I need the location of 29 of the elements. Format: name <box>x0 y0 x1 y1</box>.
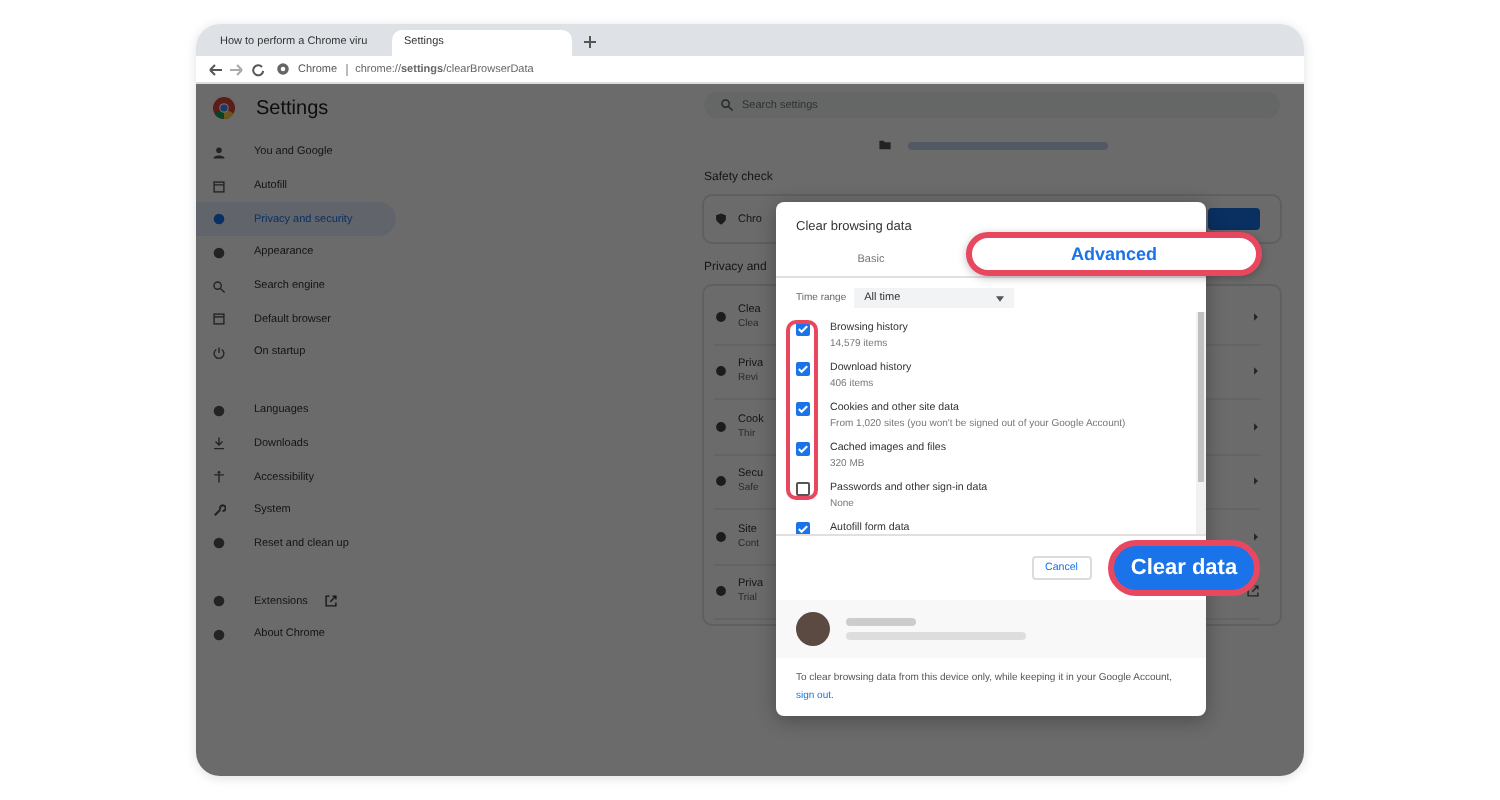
checkbox[interactable] <box>796 402 810 417</box>
search-icon <box>212 279 226 294</box>
new-tab-icon[interactable] <box>582 34 598 50</box>
dialog-tab[interactable]: Advanced <box>966 231 1262 276</box>
chevron-icon <box>1252 531 1260 542</box>
blurred-account-name <box>846 618 916 626</box>
chevron-icon <box>1252 311 1260 322</box>
download-icon <box>212 436 226 451</box>
navigation-icons[interactable] <box>208 61 268 77</box>
checkbox[interactable] <box>796 522 810 535</box>
checkbox[interactable] <box>796 362 810 377</box>
clear-data-button[interactable]: Clear data <box>1108 540 1260 597</box>
checkbox[interactable] <box>796 442 810 457</box>
chevron-icon <box>1252 421 1260 432</box>
scrollbar[interactable] <box>1196 312 1206 535</box>
check-button[interactable] <box>1208 208 1260 230</box>
settings-title: Settings <box>256 97 329 119</box>
caret-icon <box>996 295 1005 302</box>
avatar <box>796 612 830 646</box>
chevron-icon <box>1252 476 1260 487</box>
wrench-icon <box>212 503 226 518</box>
figure-icon <box>212 470 226 485</box>
clipboard-icon <box>212 179 226 194</box>
browser-window-icon <box>212 312 226 327</box>
folder-icon <box>877 138 891 152</box>
search-icon <box>720 98 734 112</box>
power-icon <box>212 345 226 360</box>
chrome-icon <box>276 62 290 76</box>
chevron-icon <box>1252 366 1260 377</box>
